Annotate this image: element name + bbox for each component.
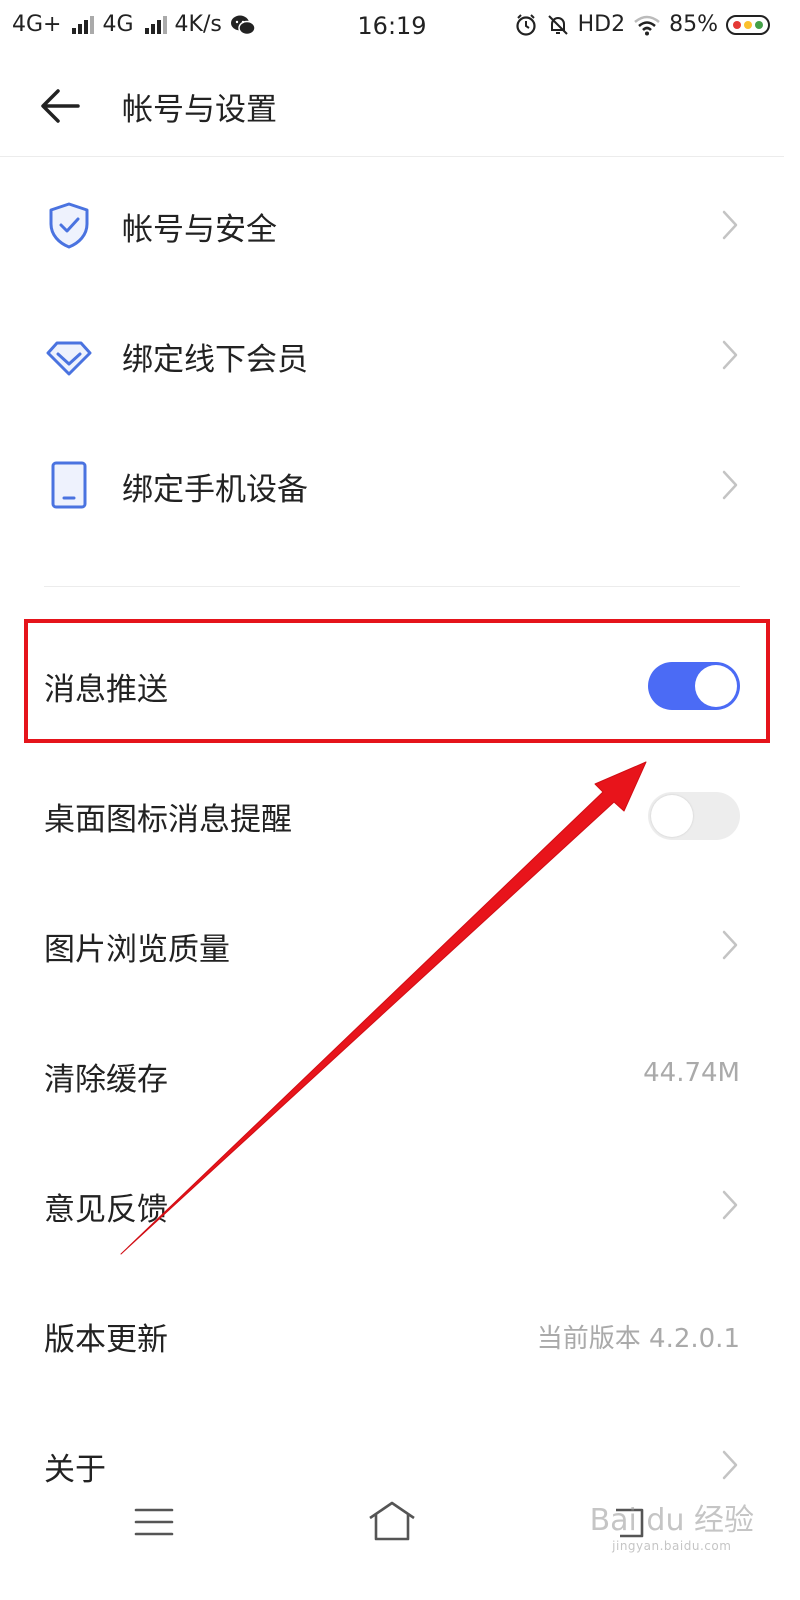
settings-item-label: 消息推送 [44,672,168,708]
settings-item-label: 图片浏览质量 [44,932,230,968]
settings-item-image-quality[interactable]: 图片浏览质量 [0,880,784,1010]
network-type-2: 4G [102,12,134,37]
chevron-right-icon [722,470,738,500]
settings-item-label: 绑定手机设备 [122,472,308,508]
status-left: 4G+ 4G 4K/s [12,12,256,37]
cache-size-value: 44.74M [643,1058,740,1088]
alarm-icon [516,13,536,36]
version-value: 当前版本 4.2.0.1 [536,1324,740,1354]
battery-percent: 85% [669,12,718,37]
chevron-right-icon [722,210,738,240]
section-divider [44,586,740,587]
wifi-icon [634,15,660,35]
chevron-right-icon [722,1450,738,1480]
settings-item-label: 帐号与安全 [122,212,277,248]
chevron-right-icon [722,930,738,960]
chevron-right-icon [722,1190,738,1220]
watermark-url: jingyan.baidu.com [612,1539,732,1553]
wechat-icon [230,15,256,35]
settings-item-bind-device[interactable]: 绑定手机设备 [0,420,784,550]
badge-reminder-toggle[interactable] [648,792,740,840]
settings-item-label: 绑定线下会员 [122,342,308,378]
chevron-right-icon [722,340,738,370]
menu-icon[interactable] [134,1506,174,1538]
bell-mute-icon [547,14,568,35]
settings-item-clear-cache[interactable]: 清除缓存 44.74M [0,1010,784,1140]
network-speed: 4K/s [174,12,222,37]
app-bar: 帐号与设置 [0,58,784,157]
toggle-knob [695,665,737,707]
settings-item-feedback[interactable]: 意见反馈 [0,1140,784,1270]
status-bar: 4G+ 4G 4K/s 16:19 HD2 85% [0,0,784,56]
baidu-jingyan-watermark: Bai du 经验 jingyan.baidu.com [589,1503,754,1553]
settings-item-label: 桌面图标消息提醒 [44,802,292,838]
home-icon[interactable] [366,1500,418,1542]
arrow-left-icon[interactable] [36,86,84,126]
signal-icon [144,15,167,34]
settings-item-label: 版本更新 [44,1322,168,1358]
shield-check-icon [49,202,89,249]
battery-icon [726,14,770,35]
settings-item-bind-member[interactable]: 绑定线下会员 [0,290,784,420]
settings-item-label: 清除缓存 [44,1062,168,1098]
settings-item-label: 意见反馈 [44,1192,168,1228]
hd-indicator: HD2 [577,12,626,37]
settings-item-version[interactable]: 版本更新 当前版本 4.2.0.1 [0,1270,784,1400]
page-title: 帐号与设置 [122,92,277,128]
settings-item-badge-reminder: 桌面图标消息提醒 [0,750,784,880]
phone-device-icon [51,461,87,509]
settings-item-push-message: 消息推送 [0,620,784,750]
status-right: HD2 85% [514,12,770,37]
network-type-1: 4G+ [12,12,62,37]
watermark-brand: Bai du 经验 [589,1503,754,1538]
toggle-knob [651,795,693,837]
push-message-toggle[interactable] [648,662,740,710]
settings-item-account-security[interactable]: 帐号与安全 [0,160,784,290]
signal-icon [72,15,95,34]
diamond-icon [46,341,92,376]
